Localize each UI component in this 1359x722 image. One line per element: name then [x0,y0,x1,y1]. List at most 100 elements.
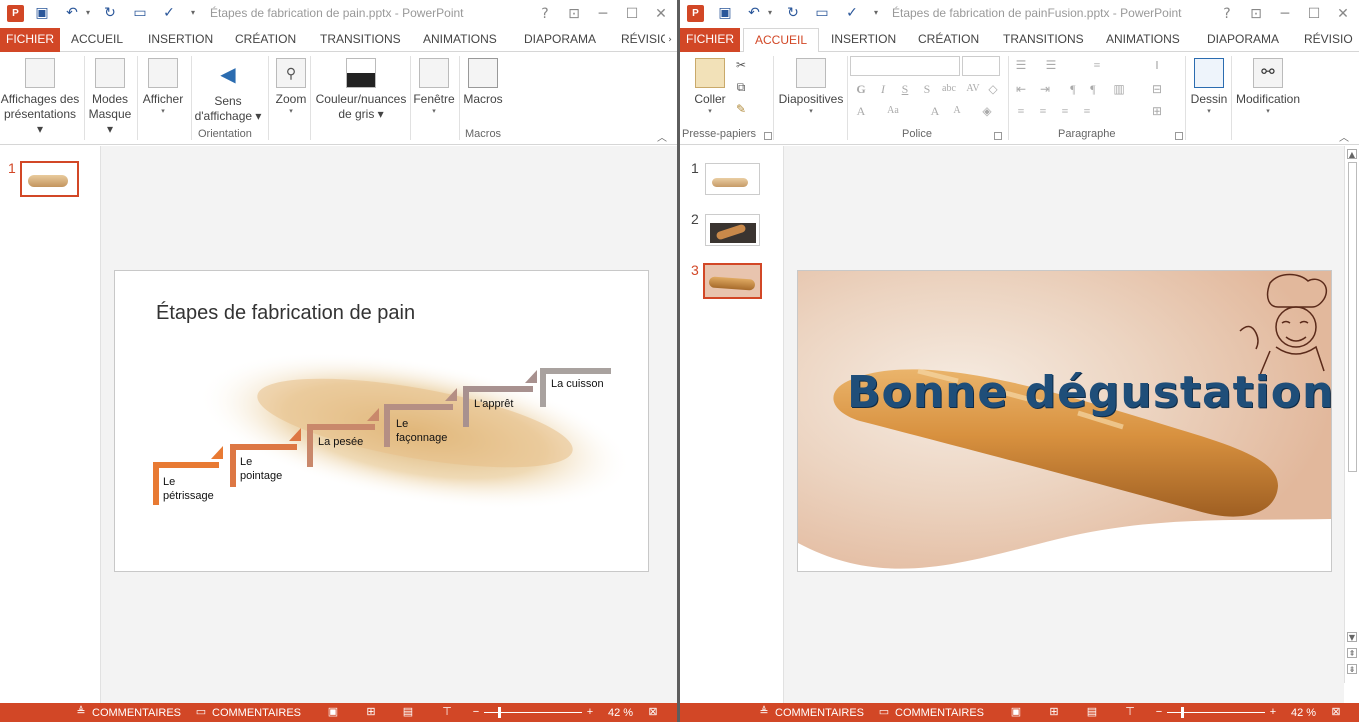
clipboard-launcher-icon[interactable] [764,132,772,140]
slide-headline[interactable]: Bonne dégustation [847,367,1331,418]
close-icon[interactable]: ✕ [1332,4,1354,24]
bold-icon[interactable]: G [852,82,870,96]
tab-insertion[interactable]: INSERTION [831,28,896,52]
customize-qat-icon[interactable]: ▾ [871,5,881,21]
text-direction-button[interactable]: ◀ Sens d'affichage ▾ [194,60,262,124]
text-direction-icon[interactable]: ‖ [1148,58,1166,72]
tab-creation[interactable]: CRÉATION [918,28,979,52]
save-icon[interactable]: ▣ [34,5,50,21]
redo-icon[interactable]: ↻ [785,5,801,21]
presentation-views-button[interactable]: Affichages des présentations ▾ [0,58,80,137]
ribbon-display-icon[interactable]: ⊡ [1245,4,1267,24]
start-from-beginning-icon[interactable]: ▭ [132,5,148,21]
step-label-4[interactable]: Le façonnage [396,417,456,445]
redo-icon[interactable]: ↻ [102,5,118,21]
start-from-beginning-icon[interactable]: ▭ [814,5,830,21]
tab-animations[interactable]: ANIMATIONS [423,28,497,52]
slide-sorter-icon[interactable]: ⊞ [364,706,378,719]
zoom-in-icon[interactable]: + [1266,706,1280,719]
tab-accueil[interactable]: ACCUEIL [71,28,123,52]
normal-view-icon[interactable]: ▣ [1009,706,1023,719]
scroll-down-icon[interactable]: ▼ [1347,632,1357,642]
slide-thumbnail-3[interactable] [703,263,762,299]
previous-slide-icon[interactable]: ⇞ [1347,648,1357,658]
tab-accueil[interactable]: ACCUEIL [743,28,820,53]
window-button[interactable]: Fenêtre ▾ [412,58,456,116]
tab-fichier[interactable]: FICHIER [0,28,60,52]
strikethrough-icon[interactable]: abc [940,82,958,96]
slideshow-icon[interactable]: ⊤ [440,706,454,719]
step-label-6[interactable]: La cuisson [551,377,621,391]
master-views-button[interactable]: Modes Masque ▾ [88,58,132,137]
font-launcher-icon[interactable] [994,132,1002,140]
slideshow-icon[interactable]: ⊤ [1123,706,1137,719]
collapse-ribbon-icon[interactable]: ︿ [1339,129,1349,144]
tab-animations[interactable]: ANIMATIONS [1106,28,1180,52]
undo-icon[interactable]: ↶ [746,5,762,21]
drawing-button[interactable]: Dessin ▾ [1187,58,1231,116]
format-painter-icon[interactable]: ✎ [732,102,750,116]
fit-to-window-icon[interactable]: ⊠ [646,706,660,719]
powerpoint-app-icon[interactable]: P [687,5,704,22]
zoom-slider-thumb[interactable] [498,707,501,718]
ribbon-display-icon[interactable]: ⊡ [563,4,585,24]
tab-creation[interactable]: CRÉATION [235,28,296,52]
clear-format-icon[interactable]: ◈ [978,104,996,118]
slide-thumbnail-1[interactable] [20,161,79,197]
copy-icon[interactable]: ⧉ [732,80,750,94]
comments-button[interactable]: COMMENTAIRES [895,703,984,722]
notes-button[interactable]: COMMENTAIRES [92,703,181,722]
zoom-level[interactable]: 42 % [608,703,633,722]
increase-font-icon[interactable]: A [926,104,944,118]
help-icon[interactable]: ? [1216,4,1238,24]
color-grayscale-button[interactable]: Couleur/nuances de gris ▾ [312,58,410,122]
increase-indent-icon[interactable]: ⇥ [1036,82,1054,96]
help-icon[interactable]: ? [534,4,556,24]
slide-sorter-icon[interactable]: ⊞ [1047,706,1061,719]
align-text-icon[interactable]: ⊟ [1148,82,1166,96]
font-size-input[interactable] [962,56,1000,76]
zoom-level[interactable]: 42 % [1291,703,1316,722]
decrease-font-icon[interactable]: A [948,104,966,118]
step-label-2[interactable]: Le pointage [240,455,295,483]
tab-revision[interactable]: RÉVISIO [1304,28,1353,52]
center-icon[interactable]: ≡ [1034,104,1052,118]
maximize-icon[interactable]: ☐ [1303,4,1325,24]
scroll-thumb[interactable] [1348,162,1357,472]
char-spacing-icon[interactable]: AV [964,82,982,96]
tab-diaporama[interactable]: DIAPORAMA [1207,28,1279,52]
editing-button[interactable]: ⚯ Modification ▾ [1233,58,1303,116]
collapse-ribbon-icon[interactable]: ︿ [657,129,667,144]
tab-revision[interactable]: RÉVISIO [621,28,670,52]
change-case-icon[interactable]: ◇ [984,82,1002,96]
justify-icon[interactable]: ≡ [1078,104,1096,118]
comments-button[interactable]: COMMENTAIRES [212,703,301,722]
vertical-scrollbar[interactable]: ▲ ▼ ⇞ ⇟ [1344,146,1359,683]
zoom-button[interactable]: ⚲ Zoom ▾ [271,58,311,116]
font-color-icon[interactable]: A [852,104,870,118]
zoom-in-icon[interactable]: + [583,706,597,719]
check-icon[interactable]: ✓ [161,5,177,21]
fit-to-window-icon[interactable]: ⊠ [1329,706,1343,719]
text-effects-icon[interactable]: Aa [884,104,902,118]
normal-view-icon[interactable]: ▣ [326,706,340,719]
paragraph-launcher-icon[interactable] [1175,132,1183,140]
italic-icon[interactable]: I [874,82,892,96]
underline-icon[interactable]: S [896,82,914,96]
smartart-icon[interactable]: ⊞ [1148,104,1166,118]
slide-3[interactable]: Bonne dégustation [797,270,1332,572]
close-icon[interactable]: ✕ [650,4,672,24]
zoom-out-icon[interactable]: − [1152,706,1166,719]
rtl-icon[interactable]: ¶ [1064,82,1082,96]
line-spacing-icon[interactable]: ≡ [1088,58,1106,72]
undo-dropdown-icon[interactable]: ▾ [83,5,93,21]
tab-diaporama[interactable]: DIAPORAMA [524,28,596,52]
maximize-icon[interactable]: ☐ [621,4,643,24]
minimize-icon[interactable]: ─ [1274,4,1296,24]
minimize-icon[interactable]: ─ [592,4,614,24]
paste-button[interactable]: Coller ▾ [690,58,730,116]
step-label-3[interactable]: La pesée [318,435,378,449]
show-button[interactable]: Afficher ▾ [140,58,186,116]
slide-thumbnail-2[interactable] [705,214,760,246]
step-label-1[interactable]: Le pétrissage [163,475,223,503]
